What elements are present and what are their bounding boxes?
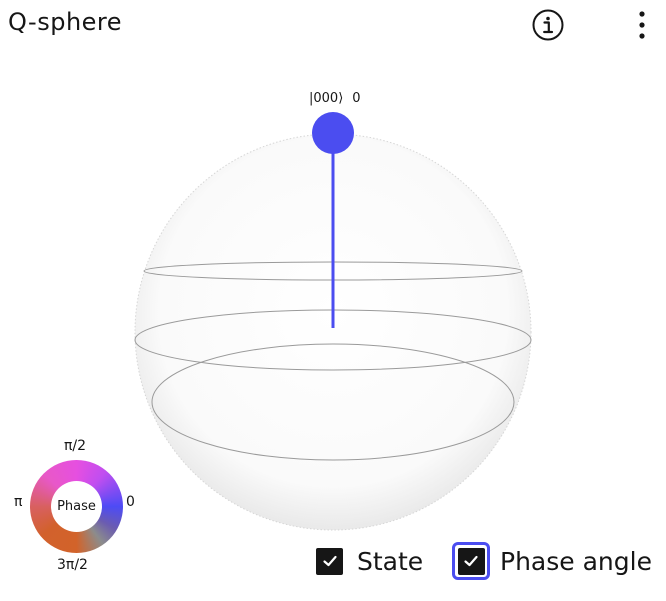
state-amplitude: 0: [352, 91, 361, 106]
phase-legend-center-label: Phase: [51, 481, 102, 532]
state-ket: |000⟩: [309, 91, 344, 106]
phase-legend-bottom-label: 3π/2: [57, 557, 88, 573]
state-toggle[interactable]: State: [316, 538, 423, 584]
phase-angle-checkbox-label[interactable]: Phase angle: [500, 547, 652, 576]
phase-legend-top-label: π/2: [64, 438, 87, 454]
phase-angle-checkbox[interactable]: [457, 547, 485, 575]
state-label: |000⟩ 0: [309, 91, 361, 106]
state-node: [312, 112, 354, 154]
phase-legend-left-label: π: [14, 494, 23, 510]
phase-legend-right-label: 0: [126, 494, 135, 510]
state-checkbox[interactable]: [316, 547, 343, 575]
checkmark-icon: [322, 555, 337, 567]
checkmark-icon: [464, 555, 478, 567]
phase-angle-focus-ring[interactable]: [452, 542, 490, 580]
phase-legend: π/2 π 0 3π/2 Phase: [14, 436, 144, 581]
phase-angle-toggle[interactable]: Phase angle: [452, 538, 652, 584]
phase-color-wheel: Phase: [30, 460, 123, 553]
state-checkbox-label[interactable]: State: [357, 547, 423, 576]
